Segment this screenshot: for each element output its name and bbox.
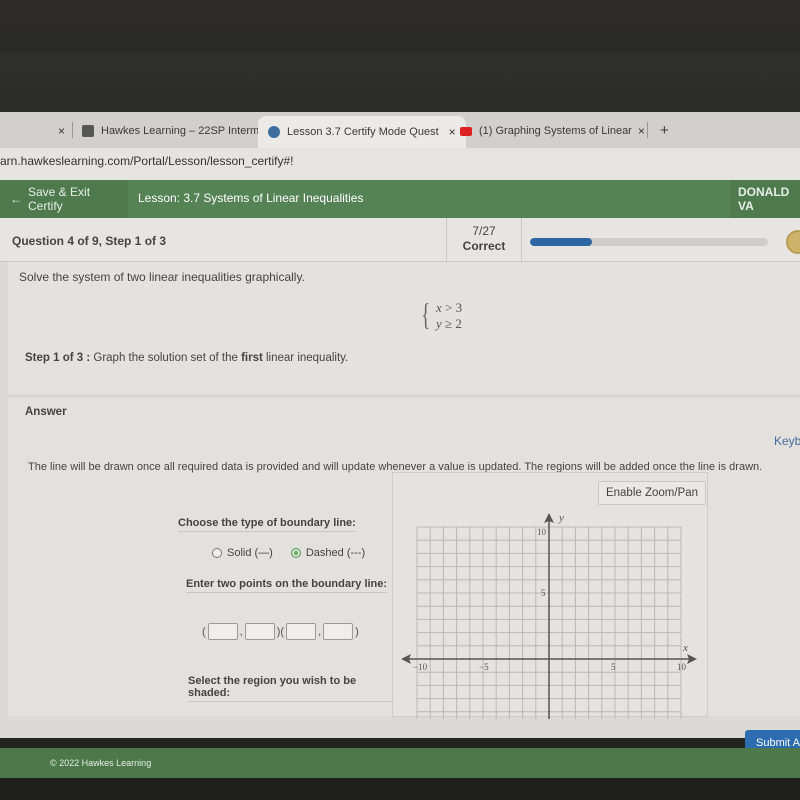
url-text[interactable]: arn.hawkeslearning.com/Portal/Lesson/les… xyxy=(0,154,293,168)
keyboard-link[interactable]: Keyb xyxy=(774,434,800,448)
score-fraction: 7/27 xyxy=(472,224,496,238)
paren: ) xyxy=(355,625,359,638)
tab-hawkes-22sp[interactable]: Hawkes Learning – 22SP Interm × xyxy=(82,120,272,142)
point2-y-input[interactable] xyxy=(323,623,354,640)
enable-zoom-pan-button[interactable]: Enable Zoom/Pan xyxy=(598,481,706,505)
variable: x xyxy=(436,300,442,315)
point2-x-input[interactable] xyxy=(286,623,317,640)
copyright: © 2022 Hawkes Learning xyxy=(50,758,152,768)
brace-icon: { xyxy=(421,296,431,332)
x-tick-label: −5 xyxy=(479,662,489,672)
y-tick-label: 10 xyxy=(537,527,547,537)
answer-label: Answer xyxy=(25,406,67,418)
dashed-option[interactable]: Dashed (---) xyxy=(290,547,366,559)
paren: ( xyxy=(202,625,206,638)
hawkes-bird-favicon-icon xyxy=(268,126,280,138)
boundary-type-title: Choose the type of boundary line: xyxy=(178,517,356,532)
x-axis-label: x xyxy=(682,642,688,654)
variable: y xyxy=(436,316,442,331)
page-footer: © 2022 Hawkes Learning xyxy=(0,748,800,778)
x-tick-label: −10 xyxy=(413,662,428,672)
tab-close-previous[interactable]: × xyxy=(52,120,65,142)
option-label: Dashed (---) xyxy=(305,547,366,559)
close-icon[interactable]: × xyxy=(638,124,645,138)
step-text: Graph the solution set of the xyxy=(90,352,242,364)
address-bar[interactable]: arn.hawkeslearning.com/Portal/Lesson/les… xyxy=(0,148,800,180)
new-tab-button[interactable]: + xyxy=(660,119,669,141)
coin-icon xyxy=(786,230,800,254)
tab-label: Lesson 3.7 Certify Mode Quest xyxy=(287,126,439,138)
y-tick-label: 5 xyxy=(541,588,546,598)
boundary-controls: Choose the type of boundary line: Solid … xyxy=(178,513,394,702)
tab-separator xyxy=(72,122,73,138)
y-axis-label: y xyxy=(558,512,564,524)
youtube-favicon-icon xyxy=(460,126,472,136)
lesson-title: Lesson: 3.7 Systems of Linear Inequaliti… xyxy=(138,191,364,205)
tab-lesson-certify[interactable]: Lesson 3.7 Certify Mode Quest × xyxy=(258,116,466,148)
boundary-type-options: Solid (—) Dashed (---) xyxy=(212,547,365,559)
step-instruction: Step 1 of 3 : Graph the solution set of … xyxy=(25,352,348,364)
tab-label: Hawkes Learning – 22SP Interm xyxy=(101,125,260,137)
solid-option[interactable]: Solid (—) xyxy=(212,547,273,559)
x-tick-label: 10 xyxy=(677,662,687,672)
inequality-2: y ≥ 2 xyxy=(436,316,462,332)
point1-y-input[interactable] xyxy=(244,623,275,640)
save-exit-button[interactable]: ← Save & Exit Certify xyxy=(0,180,128,218)
comma: , xyxy=(239,625,243,638)
x-tick-label: 5 xyxy=(611,662,616,672)
step-text: linear inequality. xyxy=(262,352,349,364)
plus-icon[interactable]: + xyxy=(660,122,669,139)
step-prefix: Step 1 of 3 : xyxy=(25,352,91,364)
close-icon[interactable]: × xyxy=(58,124,65,138)
inequality-1: x > 3 xyxy=(436,300,462,316)
answer-panel: Answer Keyb The line will be drawn once … xyxy=(8,396,800,719)
point1-x-input[interactable] xyxy=(207,623,238,640)
step-emphasis: first xyxy=(241,352,263,364)
score-label: Correct xyxy=(462,239,506,253)
inequality-expr: ≥ 2 xyxy=(445,316,462,331)
progress-fill xyxy=(530,238,592,246)
screen-bezel xyxy=(0,0,800,112)
back-arrow-icon: ← xyxy=(10,192,22,206)
option-label: Solid (—) xyxy=(227,547,273,559)
tab-separator xyxy=(647,122,648,138)
score-box: 7/27 Correct xyxy=(446,218,522,262)
progress-bar xyxy=(530,238,768,246)
shade-region-title: Select the region you wish to be shaded: xyxy=(188,675,394,702)
graph-panel: Enable Zoom/Pan xy−10−5510105−5 xyxy=(392,472,709,719)
hawkes-favicon-icon xyxy=(82,125,94,137)
question-header: Question 4 of 9, Step 1 of 3 7/27 Correc… xyxy=(0,218,800,262)
lesson-page: Question 4 of 9, Step 1 of 3 7/27 Correc… xyxy=(0,218,800,738)
inequality-expr: > 3 xyxy=(445,300,463,315)
app-header: ← Save & Exit Certify Lesson: 3.7 System… xyxy=(0,180,800,218)
question-prompt: Solve the system of two linear inequalit… xyxy=(19,270,305,284)
comma: , xyxy=(318,625,322,638)
save-exit-label: Save & Exit Certify xyxy=(28,185,91,213)
points-title: Enter two points on the boundary line: xyxy=(186,578,388,593)
close-icon[interactable]: × xyxy=(449,125,456,139)
user-name[interactable]: DONALD VA xyxy=(730,180,800,218)
question-step-label: Question 4 of 9, Step 1 of 3 xyxy=(12,234,167,248)
tab-youtube-graphing[interactable]: (1) Graphing Systems of Linear × xyxy=(460,120,645,142)
radio-selected[interactable] xyxy=(290,548,301,558)
paren: )( xyxy=(276,625,285,638)
coordinate-plane[interactable]: xy−10−5510105−5 xyxy=(393,509,709,719)
boundary-points-input: ( , )( , ) xyxy=(202,623,359,640)
radio-unselected[interactable] xyxy=(212,548,222,558)
question-panel: Solve the system of two linear inequalit… xyxy=(8,262,800,394)
tab-label: (1) Graphing Systems of Linear xyxy=(479,125,632,137)
screen-bezel-bottom xyxy=(0,778,800,800)
